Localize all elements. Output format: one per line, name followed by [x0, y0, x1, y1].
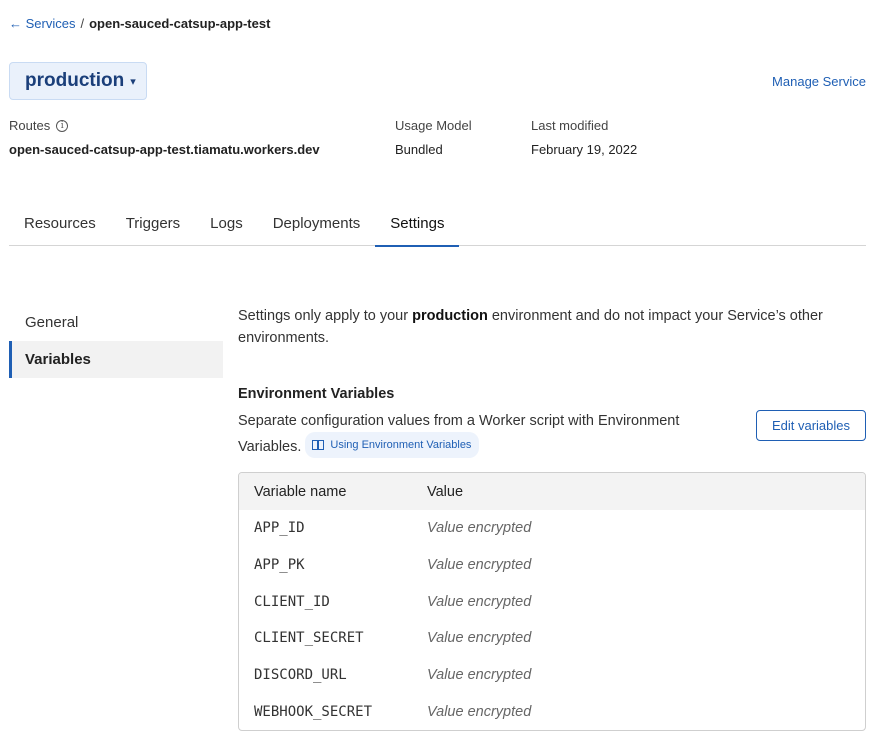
- last-modified-meta: Last modified February 19, 2022: [531, 118, 637, 157]
- usage-model-label: Usage Model: [395, 118, 472, 133]
- variables-table: Variable name Value APP_ID Value encrypt…: [238, 472, 866, 732]
- tab-triggers[interactable]: Triggers: [111, 201, 195, 246]
- tab-resources[interactable]: Resources: [9, 201, 111, 246]
- services-back-link[interactable]: ← Services: [9, 16, 75, 31]
- table-header: Variable name Value: [239, 473, 865, 510]
- edit-variables-button[interactable]: Edit variables: [756, 410, 866, 441]
- usage-model-value: Bundled: [395, 142, 443, 157]
- env-vars-description-row: Separate configuration values from a Wor…: [238, 410, 866, 458]
- variable-name: CLIENT_SECRET: [254, 630, 364, 647]
- variable-value: Value encrypted: [427, 557, 532, 574]
- table-row: APP_PK Value encrypted: [239, 547, 865, 584]
- environment-selector[interactable]: production ▾: [9, 62, 147, 100]
- routes-label: Routes: [9, 118, 51, 133]
- header-variable-name: Variable name: [254, 483, 347, 500]
- breadcrumb-current: open-sauced-catsup-app-test: [89, 16, 271, 31]
- last-modified-label: Last modified: [531, 118, 609, 133]
- docs-link[interactable]: Using Environment Variables: [305, 432, 480, 458]
- variable-name: WEBHOOK_SECRET: [254, 703, 373, 720]
- variable-value: Value encrypted: [427, 593, 532, 610]
- tab-deployments[interactable]: Deployments: [258, 201, 376, 246]
- tab-settings[interactable]: Settings: [375, 201, 460, 247]
- variable-name: APP_PK: [254, 557, 305, 574]
- table-row: CLIENT_ID Value encrypted: [239, 583, 865, 620]
- variable-value: Value encrypted: [427, 703, 532, 720]
- header-value: Value: [427, 483, 464, 500]
- settings-intro: Settings only apply to your production e…: [238, 305, 866, 349]
- settings-side-nav: General Variables: [9, 304, 223, 378]
- side-nav-variables[interactable]: Variables: [9, 341, 223, 378]
- usage-model-meta: Usage Model Bundled: [395, 118, 472, 157]
- intro-environment: production: [412, 308, 488, 324]
- variable-value: Value encrypted: [427, 520, 532, 537]
- settings-content: Settings only apply to your production e…: [238, 305, 866, 732]
- env-vars-description: Separate configuration values from a Wor…: [238, 410, 738, 458]
- table-row: WEBHOOK_SECRET Value encrypted: [239, 693, 865, 730]
- breadcrumb: ← Services / open-sauced-catsup-app-test: [9, 16, 270, 31]
- side-nav-general[interactable]: General: [9, 304, 223, 341]
- last-modified-value: February 19, 2022: [531, 142, 638, 157]
- variable-name: CLIENT_ID: [254, 593, 330, 610]
- info-icon[interactable]: i: [56, 119, 69, 132]
- env-vars-title: Environment Variables: [238, 386, 395, 402]
- manage-service-link[interactable]: Manage Service: [772, 74, 866, 89]
- routes-meta: Routes i open-sauced-catsup-app-test.tia…: [9, 118, 320, 157]
- service-tabs: Resources Triggers Logs Deployments Sett…: [9, 201, 866, 247]
- book-icon: [312, 440, 325, 450]
- variable-value: Value encrypted: [427, 630, 532, 647]
- tab-logs[interactable]: Logs: [195, 201, 258, 246]
- chevron-down-icon: ▾: [130, 75, 136, 88]
- intro-prefix: Settings only apply to your: [238, 308, 413, 324]
- docs-link-label: Using Environment Variables: [330, 439, 472, 451]
- variable-value: Value encrypted: [427, 667, 532, 684]
- environment-label: production: [25, 70, 125, 91]
- variable-name: DISCORD_URL: [254, 667, 347, 684]
- table-row: APP_ID Value encrypted: [239, 510, 865, 547]
- table-row: DISCORD_URL Value encrypted: [239, 657, 865, 694]
- variable-name: APP_ID: [254, 520, 305, 537]
- table-row: CLIENT_SECRET Value encrypted: [239, 620, 865, 657]
- routes-label-row: Routes i: [9, 118, 320, 133]
- breadcrumb-separator: /: [80, 16, 85, 31]
- routes-value: open-sauced-catsup-app-test.tiamatu.work…: [9, 142, 320, 157]
